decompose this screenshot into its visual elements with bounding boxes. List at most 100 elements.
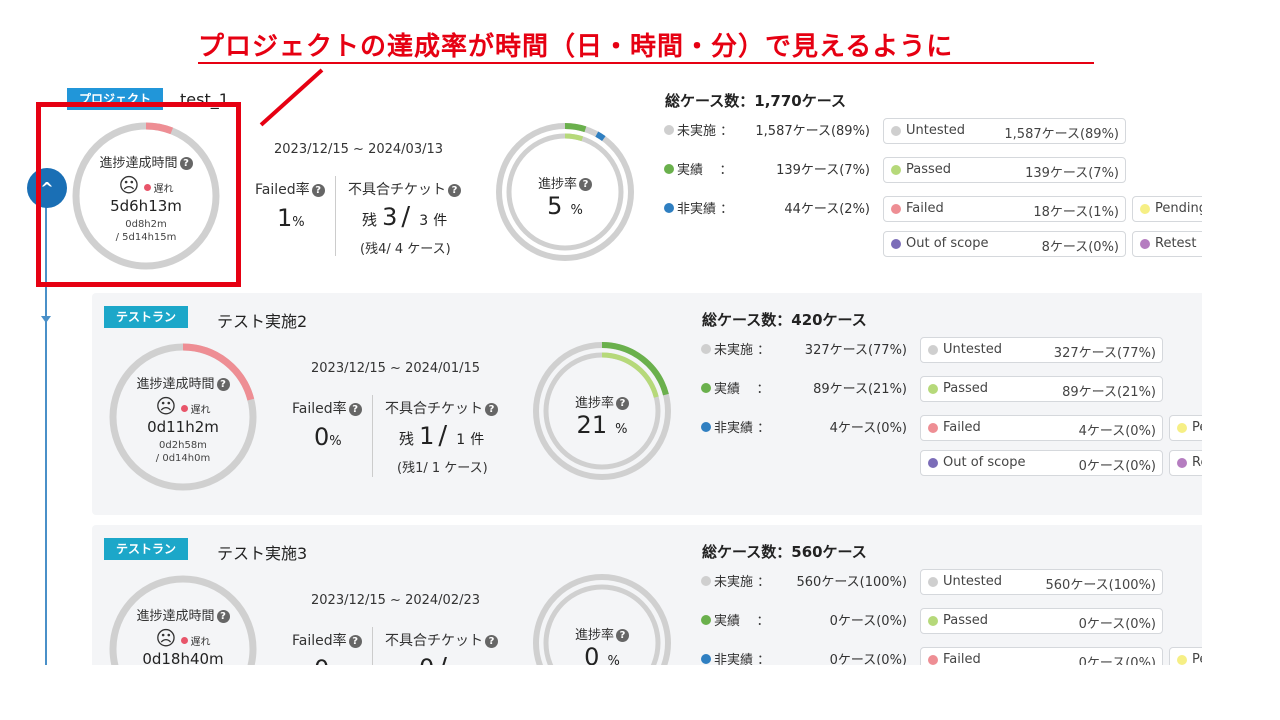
- not-actual-row: 非実績 ： 4ケース(0%): [701, 417, 907, 436]
- not-actual-dot-icon: [701, 654, 711, 664]
- defect-ticket-label: 不具合チケット?: [385, 398, 498, 418]
- retest-dot-icon: [1177, 458, 1187, 468]
- failed-rate-label: Failed率?: [255, 179, 325, 199]
- status-pill-out-of-scope[interactable]: Out of scope 8ケース(0%): [883, 231, 1126, 257]
- elapsed-time: 0d18h40m: [142, 650, 224, 665]
- status-pill-untested[interactable]: Untested 1,587ケース(89%): [883, 118, 1126, 144]
- help-icon: ?: [216, 610, 230, 623]
- testrun-title[interactable]: テスト実施3: [217, 540, 307, 564]
- not-run-dot-icon: [701, 576, 711, 586]
- late-dot-icon: [180, 405, 188, 412]
- late-badge: 遅れ: [180, 405, 211, 416]
- status-pill-out-of-scope[interactable]: Out of scope 0ケース(0%): [920, 450, 1163, 476]
- actual-row: 実績 ： 139ケース(7%): [664, 159, 870, 178]
- passed-dot-icon: [891, 165, 901, 175]
- total-cases: 総ケース数：1,770ケース: [665, 92, 846, 110]
- status-pill-pending[interactable]: Pending: [1132, 196, 1202, 222]
- not-run-row: 未実施 ： 327ケース(77%): [701, 339, 907, 358]
- testrun-tag: テストラン: [104, 306, 189, 328]
- testrun-title[interactable]: テスト実施2: [217, 308, 307, 332]
- help-icon: ?: [448, 184, 461, 197]
- failed-rate-value: 0%: [314, 655, 342, 665]
- progress-rate-label: 進捗率?: [532, 392, 672, 411]
- passed-dot-icon: [928, 616, 938, 626]
- status-pill-pending[interactable]: Pe: [1169, 415, 1202, 441]
- help-icon: ?: [485, 403, 498, 416]
- not-actual-dot-icon: [664, 203, 674, 213]
- testrun-tag: テストラン: [104, 538, 189, 560]
- date-range: 2023/12/15 ~ 2024/03/13: [274, 142, 444, 157]
- late-badge: 遅れ: [180, 637, 211, 648]
- failed-dot-icon: [891, 204, 901, 214]
- defect-ticket-value[interactable]: 残 3/ 3 件: [362, 202, 447, 232]
- not-run-row: 未実施 ： 1,587ケース(89%): [664, 120, 870, 139]
- status-pill-failed[interactable]: Failed 18ケース(1%): [883, 196, 1126, 222]
- not-run-dot-icon: [664, 125, 674, 135]
- help-icon: ?: [311, 184, 325, 197]
- progress-time-label: 進捗達成時間?: [107, 605, 259, 624]
- annotation-highlight-box: [36, 102, 241, 287]
- help-icon: ?: [579, 178, 592, 191]
- failed-dot-icon: [928, 423, 938, 433]
- dashboard-viewport: プロジェクト test_1 進捗達成時間? ☹ 遅れ 5d6h13m 0d8h2…: [0, 0, 1202, 665]
- failed-dot-icon: [928, 655, 938, 665]
- untested-dot-icon: [928, 345, 938, 355]
- late-dot-icon: [180, 637, 188, 644]
- status-pill-untested[interactable]: Untested 560ケース(100%): [920, 569, 1163, 595]
- defect-ticket-label: 不具合チケット?: [348, 179, 461, 199]
- status-pill-failed[interactable]: Failed 0ケース(0%): [920, 647, 1163, 665]
- help-icon: ?: [616, 629, 629, 642]
- status-pill-pending[interactable]: Pe: [1169, 647, 1202, 665]
- progress-time-label: 進捗達成時間?: [107, 373, 259, 392]
- kpi-divider: [372, 395, 373, 477]
- help-icon: ?: [348, 635, 362, 648]
- help-icon: ?: [348, 403, 362, 416]
- status-pill-untested[interactable]: Untested 327ケース(77%): [920, 337, 1163, 363]
- progress-rate-value: 5%: [547, 192, 583, 220]
- pending-dot-icon: [1177, 655, 1187, 665]
- actual-dot-icon: [701, 615, 711, 625]
- defect-case-count: (残1/ 1 ケース): [397, 461, 488, 476]
- progress-rate-label: 進捗率?: [532, 624, 672, 643]
- not-actual-row: 非実績 ： 0ケース(0%): [701, 649, 907, 665]
- defect-ticket-value[interactable]: 0/: [419, 653, 451, 665]
- date-range: 2023/12/15 ~ 2024/01/15: [311, 361, 481, 376]
- status-pill-failed[interactable]: Failed 4ケース(0%): [920, 415, 1163, 441]
- status-pill-retest[interactable]: Retest: [1132, 231, 1202, 257]
- pending-dot-icon: [1177, 423, 1187, 433]
- testrun-card: テストラン テスト実施2 進捗達成時間? ☹ 遅れ 0d11h2m 0d2h58…: [92, 293, 1202, 515]
- not-run-dot-icon: [701, 344, 711, 354]
- status-pill-passed[interactable]: Passed 139ケース(7%): [883, 157, 1126, 183]
- not-run-row: 未実施 ： 560ケース(100%): [701, 571, 907, 590]
- total-cases: 総ケース数：560ケース: [702, 543, 867, 561]
- pending-dot-icon: [1140, 204, 1150, 214]
- progress-rate-value: 0%: [584, 643, 620, 665]
- kpi-divider: [372, 627, 373, 665]
- planned-time: / 0d14h0m: [155, 453, 211, 464]
- elapsed-time: 0d11h2m: [147, 418, 219, 436]
- total-cases: 総ケース数：420ケース: [702, 311, 867, 329]
- help-icon: ?: [485, 635, 498, 648]
- tree-arrow-tip: [41, 316, 51, 323]
- actual-dot-icon: [664, 164, 674, 174]
- failed-rate-value: 1%: [277, 204, 305, 232]
- sad-face-icon: ☹: [155, 394, 177, 418]
- out-of-scope-dot-icon: [891, 239, 901, 249]
- untested-dot-icon: [928, 577, 938, 587]
- failed-rate-label: Failed率?: [292, 630, 362, 650]
- status-pill-passed[interactable]: Passed 0ケース(0%): [920, 608, 1163, 634]
- defect-case-count: (残4/ 4 ケース): [360, 242, 451, 257]
- out-of-scope-dot-icon: [928, 458, 938, 468]
- kpi-divider: [335, 176, 336, 256]
- status-pill-retest[interactable]: Re: [1169, 450, 1202, 476]
- date-range: 2023/12/15 ~ 2024/02/23: [311, 593, 481, 608]
- defect-ticket-label: 不具合チケット?: [385, 630, 498, 650]
- defect-ticket-value[interactable]: 残 1/ 1 件: [399, 421, 484, 451]
- help-icon: ?: [216, 378, 230, 391]
- help-icon: ?: [616, 397, 629, 410]
- progress-rate-value: 21%: [576, 411, 628, 439]
- actual-row: 実績 ： 0ケース(0%): [701, 610, 907, 629]
- passed-dot-icon: [928, 384, 938, 394]
- progress-rate-label: 進捗率?: [495, 173, 635, 192]
- status-pill-passed[interactable]: Passed 89ケース(21%): [920, 376, 1163, 402]
